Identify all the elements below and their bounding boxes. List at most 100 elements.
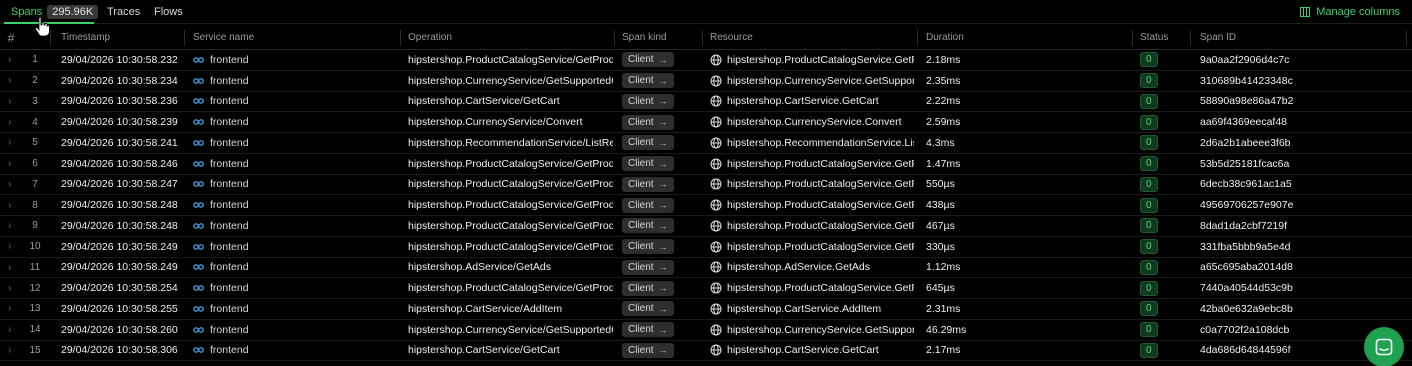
- resource-cell: hipstershop.ProductCatalogService.GetPro…: [710, 50, 914, 70]
- row-number: 2: [32, 75, 38, 87]
- arrow-right-icon: →: [658, 200, 668, 211]
- expand-chevron-icon[interactable]: ›: [8, 216, 18, 236]
- table-row[interactable]: › 6 29/04/2026 10:30:58.246 frontend hip…: [0, 154, 1412, 175]
- expand-chevron-icon[interactable]: ›: [8, 237, 18, 257]
- arrow-right-icon: →: [658, 54, 668, 65]
- service-cell: frontend: [193, 258, 393, 278]
- arrow-right-icon: →: [658, 75, 668, 86]
- service-name: frontend: [210, 302, 249, 315]
- row-number: 5: [32, 137, 38, 149]
- operation-cell: hipstershop.CartService/AddItem: [408, 302, 563, 315]
- span-kind-chip: Client →: [622, 342, 674, 358]
- expand-chevron-icon[interactable]: ›: [8, 258, 18, 278]
- resource-name: hipstershop.AdService.GetAds: [727, 261, 870, 274]
- expand-chevron-icon[interactable]: ›: [8, 278, 18, 298]
- span-kind-label: Client: [628, 324, 654, 336]
- resource-name: hipstershop.CurrencyService.Convert: [727, 116, 902, 129]
- row-number: 15: [29, 344, 41, 356]
- duration-cell: 4.3ms: [926, 136, 955, 149]
- span-kind-cell: Client →: [622, 175, 702, 195]
- row-number: 9: [32, 220, 38, 232]
- duration-cell: 330µs: [926, 240, 955, 253]
- duration-cell: 2.18ms: [926, 53, 961, 66]
- span-id-cell: 58890a98e86a47b2: [1200, 95, 1294, 108]
- service-name: frontend: [210, 240, 249, 253]
- service-cell: frontend: [193, 175, 393, 195]
- span-kind-chip: Client →: [622, 218, 674, 234]
- table-row[interactable]: › 13 29/04/2026 10:30:58.255 frontend hi…: [0, 299, 1412, 320]
- timestamp-cell: 29/04/2026 10:30:58.306: [61, 344, 178, 357]
- globe-icon: [710, 241, 722, 253]
- chat-support-button[interactable]: [1364, 327, 1404, 366]
- table-row[interactable]: › 4 29/04/2026 10:30:58.239 frontend hip…: [0, 112, 1412, 133]
- header-resource[interactable]: Resource: [710, 26, 914, 49]
- table-row[interactable]: › 1 29/04/2026 10:30:58.232 frontend hip…: [0, 50, 1412, 71]
- resource-name: hipstershop.CurrencyService.GetSupported: [727, 74, 914, 87]
- row-number: 11: [29, 261, 41, 273]
- status-badge: 0: [1140, 73, 1158, 89]
- table-row[interactable]: › 12 29/04/2026 10:30:58.254 frontend hi…: [0, 278, 1412, 299]
- span-id-cell: 53b5d25181fcac6a: [1200, 157, 1290, 170]
- expand-chevron-icon[interactable]: ›: [8, 175, 18, 195]
- table-row[interactable]: › 3 29/04/2026 10:30:58.236 frontend hip…: [0, 92, 1412, 113]
- resource-name: hipstershop.CartService.GetCart: [727, 95, 879, 108]
- resource-name: hipstershop.ProductCatalogService.GetPro…: [727, 157, 914, 170]
- tab-traces[interactable]: Traces: [107, 0, 140, 24]
- timestamp-cell: 29/04/2026 10:30:58.260: [61, 323, 178, 336]
- expand-chevron-icon[interactable]: ›: [8, 112, 18, 132]
- header-service-name[interactable]: Service name: [193, 26, 393, 49]
- header-status[interactable]: Status: [1140, 26, 1190, 49]
- expand-chevron-icon[interactable]: ›: [8, 154, 18, 174]
- service-cell: frontend: [193, 320, 393, 340]
- globe-icon: [710, 158, 722, 170]
- expand-chevron-icon[interactable]: ›: [8, 50, 18, 70]
- table-row[interactable]: › 9 29/04/2026 10:30:58.248 frontend hip…: [0, 216, 1412, 237]
- tab-flows[interactable]: Flows: [154, 0, 183, 24]
- header-duration[interactable]: Duration: [926, 26, 1126, 49]
- span-kind-cell: Client →: [622, 50, 702, 70]
- table-row[interactable]: › 5 29/04/2026 10:30:58.241 frontend hip…: [0, 133, 1412, 154]
- span-kind-chip: Client →: [622, 93, 674, 109]
- resource-name: hipstershop.ProductCatalogService.GetPro…: [727, 219, 914, 232]
- table-row[interactable]: › 15 29/04/2026 10:30:58.306 frontend hi…: [0, 341, 1412, 362]
- expand-chevron-icon[interactable]: ›: [8, 320, 18, 340]
- span-kind-chip: Client →: [622, 197, 674, 213]
- table-row[interactable]: › 14 29/04/2026 10:30:58.260 frontend hi…: [0, 320, 1412, 341]
- link-icon: [193, 243, 204, 250]
- expand-chevron-icon[interactable]: ›: [8, 92, 18, 112]
- table-row[interactable]: › 8 29/04/2026 10:30:58.248 frontend hip…: [0, 195, 1412, 216]
- table-row[interactable]: › 2 29/04/2026 10:30:58.234 frontend hip…: [0, 71, 1412, 92]
- header-timestamp[interactable]: Timestamp: [61, 26, 189, 49]
- resource-cell: hipstershop.ProductCatalogService.GetPro…: [710, 195, 914, 215]
- header-span-kind[interactable]: Span kind: [622, 26, 702, 49]
- span-id-cell: 6decb38c961ac1a5: [1200, 178, 1292, 191]
- span-kind-label: Client: [628, 220, 654, 232]
- status-badge: 0: [1140, 280, 1158, 296]
- service-cell: frontend: [193, 216, 393, 236]
- globe-icon: [710, 116, 722, 128]
- expand-chevron-icon[interactable]: ›: [8, 71, 18, 91]
- header-operation[interactable]: Operation: [408, 26, 613, 49]
- resource-cell: hipstershop.CartService.GetCart: [710, 341, 914, 361]
- expand-chevron-icon[interactable]: ›: [8, 341, 18, 361]
- expand-chevron-icon[interactable]: ›: [8, 299, 18, 319]
- span-kind-label: Client: [628, 54, 654, 66]
- tab-spans[interactable]: Spans 295.96K: [11, 0, 99, 24]
- expand-chevron-icon[interactable]: ›: [8, 195, 18, 215]
- duration-cell: 438µs: [926, 199, 955, 212]
- header-span-id[interactable]: Span ID: [1200, 26, 1400, 49]
- status-cell: 0: [1140, 320, 1190, 340]
- expand-chevron-icon[interactable]: ›: [8, 133, 18, 153]
- table-row[interactable]: › 11 29/04/2026 10:30:58.249 frontend hi…: [0, 258, 1412, 279]
- status-badge: 0: [1140, 135, 1158, 151]
- service-cell: frontend: [193, 50, 393, 70]
- service-name: frontend: [210, 199, 249, 212]
- status-cell: 0: [1140, 133, 1190, 153]
- link-icon: [193, 326, 204, 333]
- timestamp-cell: 29/04/2026 10:30:58.255: [61, 302, 178, 315]
- manage-columns-button[interactable]: Manage columns: [1300, 0, 1400, 24]
- table-row[interactable]: › 10 29/04/2026 10:30:58.249 frontend hi…: [0, 237, 1412, 258]
- table-row[interactable]: › 7 29/04/2026 10:30:58.247 frontend hip…: [0, 175, 1412, 196]
- span-kind-label: Client: [628, 282, 654, 294]
- timestamp-cell: 29/04/2026 10:30:58.241: [61, 136, 178, 149]
